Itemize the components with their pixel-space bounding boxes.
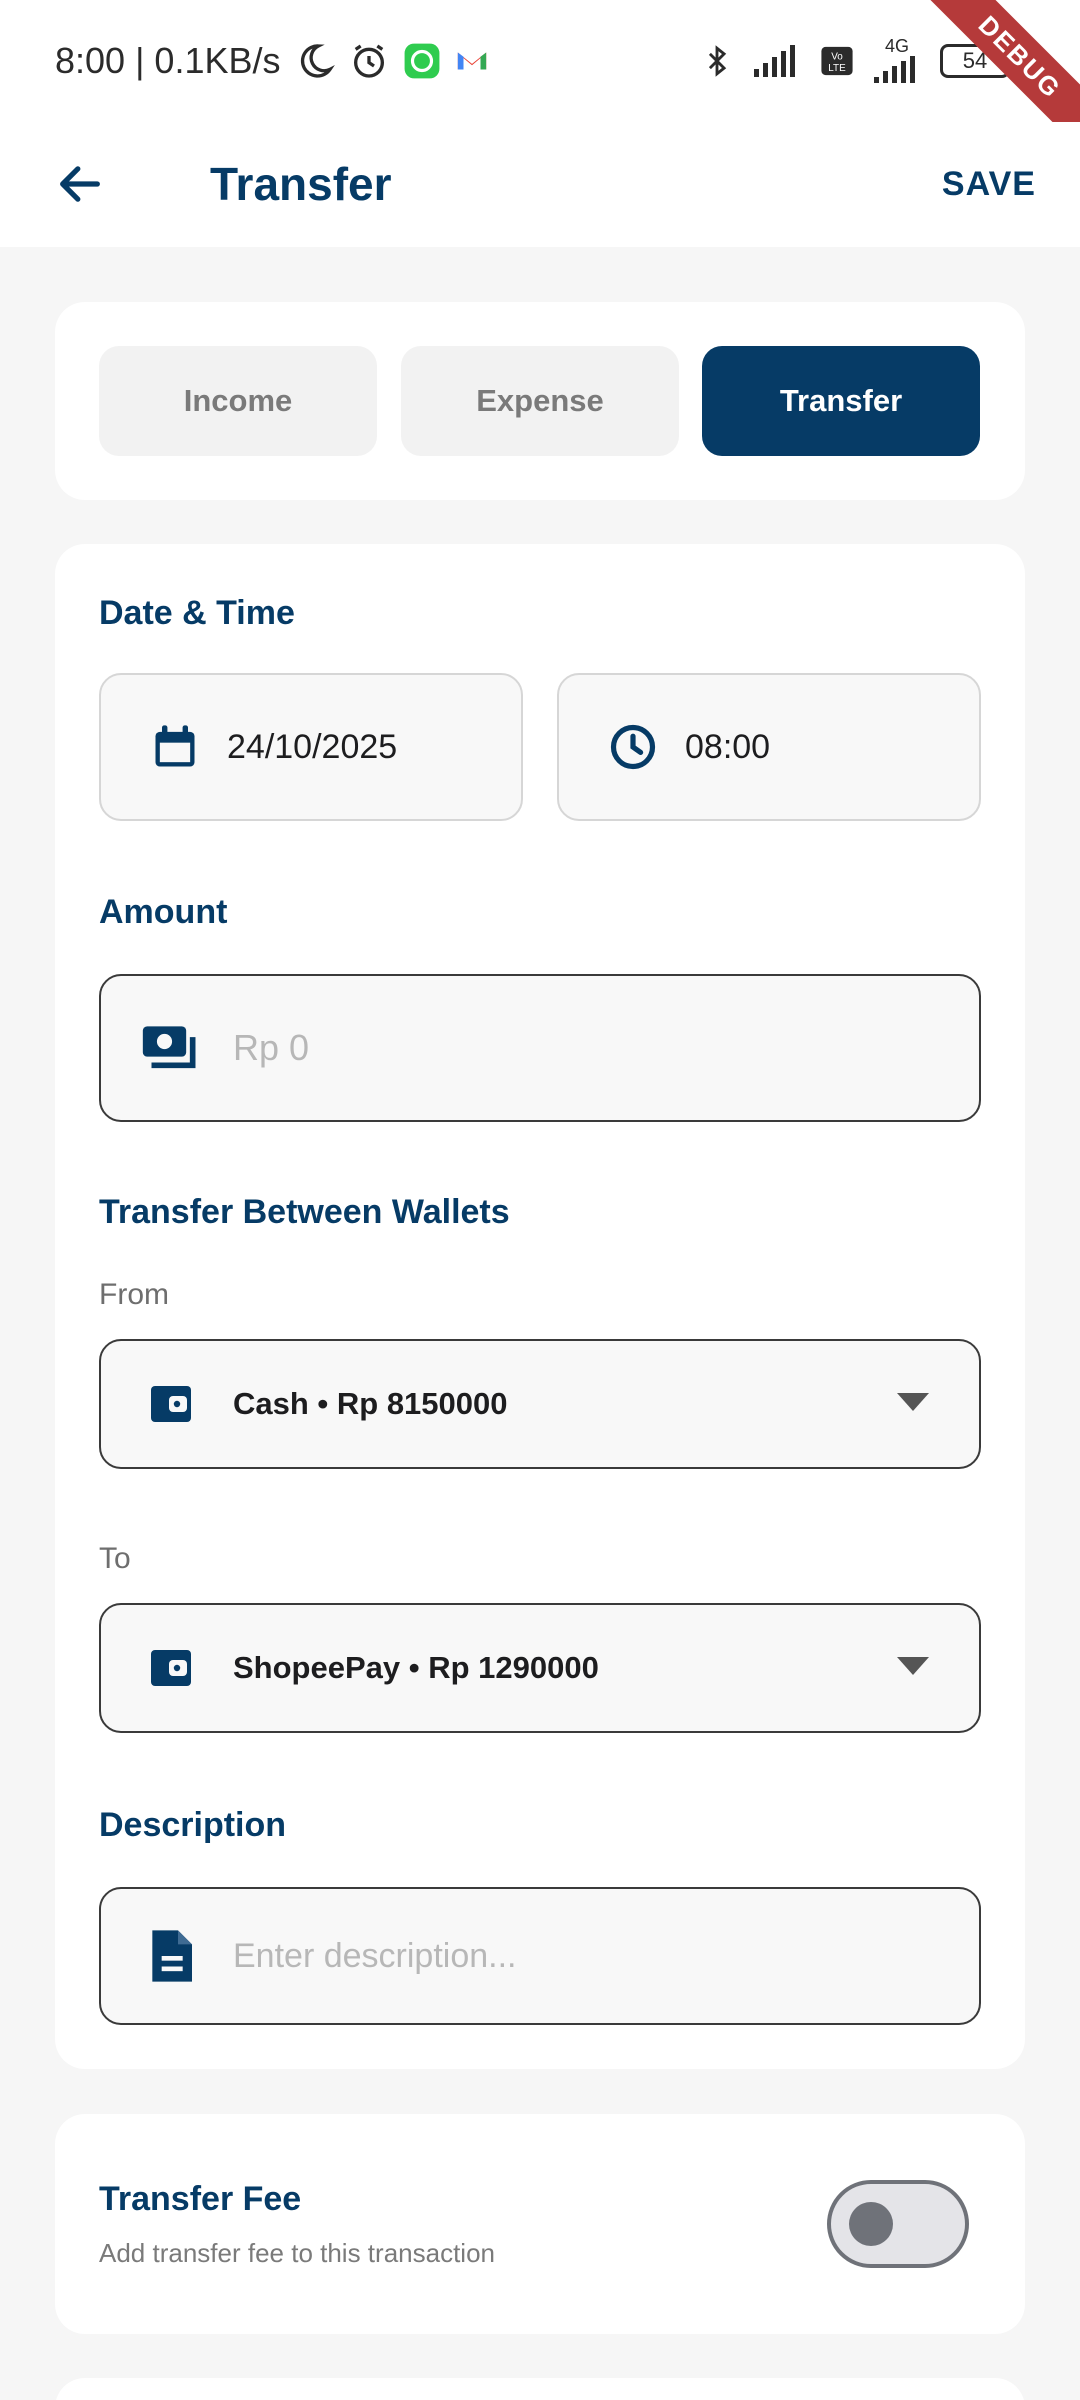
wallets-label: Transfer Between Wallets [99, 1193, 510, 1231]
save-button[interactable]: SAVE [942, 122, 1036, 247]
page-title: Transfer [210, 158, 392, 210]
time-value: 08:00 [685, 727, 771, 766]
alarm-icon [349, 41, 389, 81]
tab-transfer[interactable]: Transfer [702, 346, 980, 456]
status-bar: 8:00 | 0.1KB/s Vo LTE 4G 54 [0, 0, 1080, 122]
status-time: 8:00 | 0.1KB/s [55, 40, 281, 81]
from-wallet-dropdown[interactable]: Cash • Rp 8150000 [99, 1339, 981, 1469]
date-value: 24/10/2025 [227, 727, 398, 766]
clock-icon [603, 721, 663, 773]
next-card [55, 2378, 1025, 2400]
tab-income[interactable]: Income [99, 346, 377, 456]
app-bar: Transfer SAVE [0, 122, 1080, 247]
back-button[interactable] [40, 144, 120, 224]
transfer-form-card: Date & Time 24/10/2025 08:00 Amount Rp 0… [55, 544, 1025, 2069]
transaction-type-card: Income Expense Transfer [55, 302, 1025, 500]
from-label: From [99, 1278, 169, 1311]
tab-expense[interactable]: Expense [401, 346, 679, 456]
time-picker[interactable]: 08:00 [557, 673, 981, 821]
toggle-knob [849, 2202, 893, 2246]
bluetooth-icon [700, 41, 734, 81]
amount-input[interactable]: Rp 0 [99, 974, 981, 1122]
to-wallet-value: ShopeePay • Rp 1290000 [233, 1650, 599, 1685]
description-input[interactable]: Enter description... [99, 1887, 981, 2025]
money-icon [131, 1022, 211, 1074]
chevron-down-icon [897, 1656, 929, 1680]
description-label: Description [99, 1806, 287, 1844]
volte-icon: Vo LTE [820, 44, 854, 78]
from-wallet-value: Cash • Rp 8150000 [233, 1386, 508, 1421]
svg-text:LTE: LTE [828, 63, 846, 74]
amount-label: Amount [99, 893, 228, 931]
transfer-fee-toggle[interactable] [827, 2180, 969, 2268]
description-placeholder: Enter description... [233, 1936, 517, 1975]
date-picker[interactable]: 24/10/2025 [99, 673, 523, 821]
wallet-icon [131, 1644, 211, 1692]
to-label: To [99, 1542, 131, 1575]
document-icon [131, 1928, 211, 1984]
amount-placeholder: Rp 0 [233, 1027, 310, 1068]
moon-icon [295, 41, 335, 81]
transfer-fee-card: Transfer Fee Add transfer fee to this tr… [55, 2114, 1025, 2334]
chevron-down-icon [897, 1392, 929, 1416]
calendar-icon [145, 721, 205, 773]
svg-text:Vo: Vo [831, 52, 843, 63]
network-4g-icon: 4G [872, 37, 922, 85]
to-wallet-dropdown[interactable]: ShopeePay • Rp 1290000 [99, 1603, 981, 1733]
gmail-icon [455, 44, 489, 78]
signal-icon [752, 43, 802, 79]
date-time-label: Date & Time [99, 594, 295, 632]
transfer-fee-title: Transfer Fee [99, 2180, 302, 2218]
arrow-left-icon [60, 166, 100, 202]
transfer-fee-description: Add transfer fee to this transaction [99, 2238, 495, 2268]
wallet-icon [131, 1380, 211, 1428]
whatsapp-icon [403, 42, 441, 80]
